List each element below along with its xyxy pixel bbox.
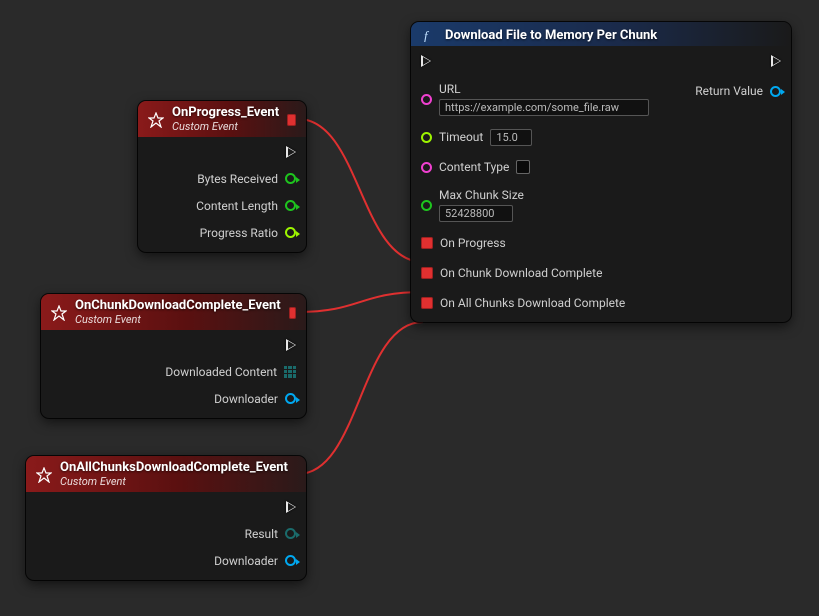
pin-on-progress[interactable]: On Progress	[421, 234, 506, 252]
node-subtitle: Custom Event	[172, 121, 279, 134]
event-icon	[36, 467, 52, 483]
node-header[interactable]: OnAllChunksDownloadComplete_Event Custom…	[26, 456, 306, 492]
pin-on-all-chunks-download-complete[interactable]: On All Chunks Download Complete	[421, 294, 625, 312]
node-download-file-to-memory-per-chunk[interactable]: f Download File to Memory Per Chunk URL …	[411, 22, 791, 322]
exec-output-pin[interactable]	[771, 52, 781, 70]
node-title: Download File to Memory Per Chunk	[445, 28, 657, 43]
timeout-input[interactable]	[490, 129, 532, 146]
exec-input-pin[interactable]	[421, 52, 431, 70]
node-title: OnProgress_Event	[172, 106, 279, 121]
pin-bytes-received[interactable]: Bytes Received	[197, 170, 296, 188]
exec-output-pin[interactable]	[286, 336, 296, 354]
pin-downloaded-content[interactable]: Downloaded Content	[165, 363, 296, 381]
node-onchunkdownloadcomplete-event[interactable]: OnChunkDownloadComplete_Event Custom Eve…	[41, 294, 306, 418]
node-header[interactable]: OnChunkDownloadComplete_Event Custom Eve…	[41, 294, 306, 330]
pin-content-type[interactable]: Content Type	[421, 158, 530, 176]
node-subtitle: Custom Event	[75, 314, 281, 327]
pin-url[interactable]: URL	[421, 82, 649, 116]
pin-timeout[interactable]: Timeout	[421, 128, 532, 146]
exec-output-pin[interactable]	[286, 498, 296, 516]
pin-max-chunk-size[interactable]: Max Chunk Size	[421, 188, 524, 222]
content-type-input[interactable]	[516, 160, 530, 174]
pin-on-chunk-download-complete[interactable]: On Chunk Download Complete	[421, 264, 602, 282]
pin-result[interactable]: Result	[245, 525, 296, 543]
node-header[interactable]: f Download File to Memory Per Chunk	[411, 22, 791, 46]
pin-downloader[interactable]: Downloader	[214, 552, 296, 570]
event-icon	[51, 305, 67, 321]
pin-return-value[interactable]: Return Value	[695, 82, 781, 100]
delegate-output-pin[interactable]	[287, 114, 296, 126]
exec-output-pin[interactable]	[286, 143, 296, 161]
function-icon: f	[421, 27, 437, 43]
blueprint-graph-canvas[interactable]: OnProgress_Event Custom Event Bytes Rece…	[0, 0, 819, 616]
node-title: OnChunkDownloadComplete_Event	[75, 299, 281, 314]
delegate-output-pin[interactable]	[289, 307, 296, 319]
url-input[interactable]	[439, 99, 649, 116]
node-subtitle: Custom Event	[60, 476, 288, 489]
event-icon	[148, 112, 164, 128]
svg-text:f: f	[424, 28, 430, 42]
node-header[interactable]: OnProgress_Event Custom Event	[138, 101, 306, 137]
node-onprogress-event[interactable]: OnProgress_Event Custom Event Bytes Rece…	[138, 101, 306, 252]
max-chunk-size-input[interactable]	[439, 205, 513, 222]
node-title: OnAllChunksDownloadComplete_Event	[60, 461, 288, 476]
pin-downloader[interactable]: Downloader	[214, 390, 296, 408]
pin-content-length[interactable]: Content Length	[196, 197, 296, 215]
pin-progress-ratio[interactable]: Progress Ratio	[200, 224, 296, 242]
node-onallchunksdownloadcomplete-event[interactable]: OnAllChunksDownloadComplete_Event Custom…	[26, 456, 306, 580]
